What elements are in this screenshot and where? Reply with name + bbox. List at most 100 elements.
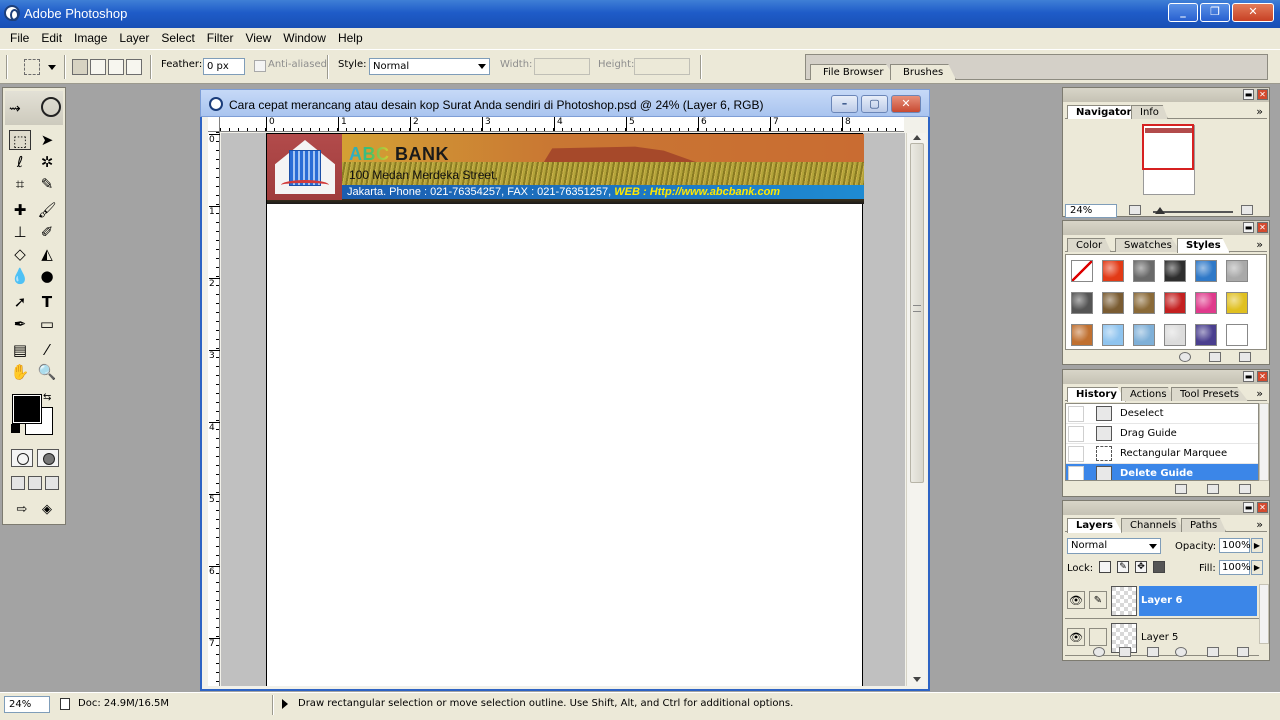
slice-tool-icon[interactable]: ✎ [36,174,58,194]
standard-screen-mode-icon[interactable] [11,476,25,490]
zoom-slider[interactable] [1153,211,1233,213]
menu-edit[interactable]: Edit [35,28,68,49]
close-palette-icon[interactable]: ✕ [1257,222,1268,233]
link-icon[interactable] [1089,628,1107,646]
restore-app-button[interactable]: ❐ [1200,3,1230,22]
style-swatch[interactable] [1226,260,1248,282]
style-swatch[interactable] [1133,292,1155,314]
style-swatch[interactable] [1102,324,1124,346]
new-group-icon[interactable] [1147,647,1159,657]
standard-mode-button[interactable] [11,449,33,467]
menu-image[interactable]: Image [68,28,113,49]
opacity-input[interactable]: 100% [1219,538,1251,553]
rectangle-shape-tool-icon[interactable]: ▭ [36,314,58,334]
imageready-icon[interactable]: ◈ [36,500,58,520]
intersect-selection-icon[interactable] [126,59,142,75]
width-input[interactable] [534,58,590,75]
lock-image-pixels-icon[interactable]: ✎ [1117,561,1129,573]
horizontal-ruler[interactable]: 0 1 2 3 4 5 6 7 8 [220,117,904,132]
zoom-slider-knob[interactable] [1155,207,1165,214]
palette-header[interactable]: ▬ ✕ [1063,221,1269,235]
zoom-tool-icon[interactable]: 🔍 [36,362,58,382]
tool-preset-dropdown-icon[interactable] [48,65,56,70]
menu-select[interactable]: Select [155,28,200,49]
eraser-tool-icon[interactable]: ◇ [9,244,31,264]
history-brush-source-checkbox[interactable] [1068,406,1084,422]
fill-input[interactable]: 100% [1219,560,1251,575]
navigator-view-box[interactable] [1142,124,1194,170]
foreground-color-swatch-front[interactable] [12,394,42,424]
status-menu-icon[interactable] [282,699,288,709]
subtract-from-selection-icon[interactable] [108,59,124,75]
healing-brush-tool-icon[interactable]: ✚ [9,200,31,220]
tab-swatches[interactable]: Swatches [1115,238,1181,252]
style-swatch[interactable] [1164,324,1186,346]
magic-wand-tool-icon[interactable]: ✲ [36,152,58,172]
height-input[interactable] [634,58,690,75]
palette-menu-icon[interactable]: » [1256,518,1263,531]
zoom-in-icon[interactable] [1241,205,1253,215]
anti-aliased-checkbox[interactable] [254,60,266,72]
style-swatch[interactable] [1195,292,1217,314]
scroll-up-icon[interactable] [913,135,921,140]
notes-tool-icon[interactable]: ▤ [9,340,31,360]
history-item[interactable]: Deselect [1066,404,1258,424]
blur-tool-icon[interactable]: 💧 [9,266,31,286]
layer-name[interactable]: Layer 6 [1139,586,1257,616]
style-swatch[interactable] [1102,292,1124,314]
brush-icon[interactable]: ✎ [1089,591,1107,609]
style-swatch[interactable] [1133,324,1155,346]
hand-tool-icon[interactable]: ✋ [9,362,31,382]
lasso-tool-icon[interactable]: ℓ [9,152,31,172]
history-brush-tool-icon[interactable]: ✐ [36,222,58,242]
eye-icon[interactable]: 👁 [1067,628,1085,646]
tab-actions[interactable]: Actions [1121,387,1176,401]
tab-tool-presets[interactable]: Tool Presets [1171,387,1248,401]
menu-help[interactable]: Help [332,28,369,49]
brush-tool-icon[interactable]: 🖌 [36,200,58,220]
document-page[interactable]: ABC BANK 100 Medan Merdeka Street, Jakar… [266,133,864,686]
clone-stamp-tool-icon[interactable]: ⊥ [9,222,31,242]
history-item[interactable]: Drag Guide [1066,424,1258,444]
history-brush-source-checkbox[interactable] [1068,426,1084,442]
quick-mask-mode-button[interactable] [37,449,59,467]
menu-view[interactable]: View [239,28,277,49]
maximize-document-button[interactable]: ▢ [861,95,888,113]
style-swatch[interactable] [1102,260,1124,282]
fill-slider-toggle[interactable]: ▶ [1251,560,1263,575]
new-selection-icon[interactable] [72,59,88,75]
layer-style-icon[interactable] [1093,647,1105,657]
tab-layers[interactable]: Layers [1067,518,1122,533]
dodge-tool-icon[interactable]: ● [36,266,58,286]
minimize-palette-icon[interactable]: ▬ [1243,502,1254,513]
minimize-app-button[interactable]: _ [1168,3,1198,22]
minimize-palette-icon[interactable]: ▬ [1243,89,1254,100]
lock-all-icon[interactable] [1153,561,1165,573]
well-tab-brushes[interactable]: Brushes [890,64,957,80]
camera-icon[interactable] [1207,484,1219,494]
layers-scrollbar[interactable] [1259,584,1269,644]
full-screen-mode-icon[interactable] [45,476,59,490]
tab-navigator[interactable]: Navigator [1067,105,1141,120]
history-scrollbar[interactable] [1259,403,1269,481]
history-item-current[interactable]: Delete Guide [1066,464,1258,480]
close-app-button[interactable]: ✕ [1232,3,1274,22]
tab-styles[interactable]: Styles [1177,238,1230,253]
trash-icon[interactable] [1239,352,1251,362]
layer-mask-icon[interactable] [1119,647,1131,657]
crop-tool-icon[interactable]: ⌗ [9,174,31,194]
menu-window[interactable]: Window [277,28,332,49]
paint-bucket-tool-icon[interactable]: ◭ [36,244,58,264]
lock-position-icon[interactable]: ✥ [1135,561,1147,573]
minimize-document-button[interactable]: – [831,95,858,113]
navigator-preview[interactable] [1065,119,1267,202]
zoom-out-icon[interactable] [1129,205,1141,215]
style-swatch[interactable] [1226,324,1248,346]
rectangular-marquee-tool-icon[interactable]: ⬚ [9,130,31,150]
tab-channels[interactable]: Channels [1121,518,1186,532]
minimize-palette-icon[interactable]: ▬ [1243,222,1254,233]
navigator-zoom-input[interactable]: 24% [1065,204,1117,218]
default-colors-icon[interactable] [11,424,20,433]
swap-colors-icon[interactable]: ⇆ [43,392,51,403]
canvas-area[interactable]: ABC BANK 100 Medan Merdeka Street, Jakar… [221,133,905,686]
